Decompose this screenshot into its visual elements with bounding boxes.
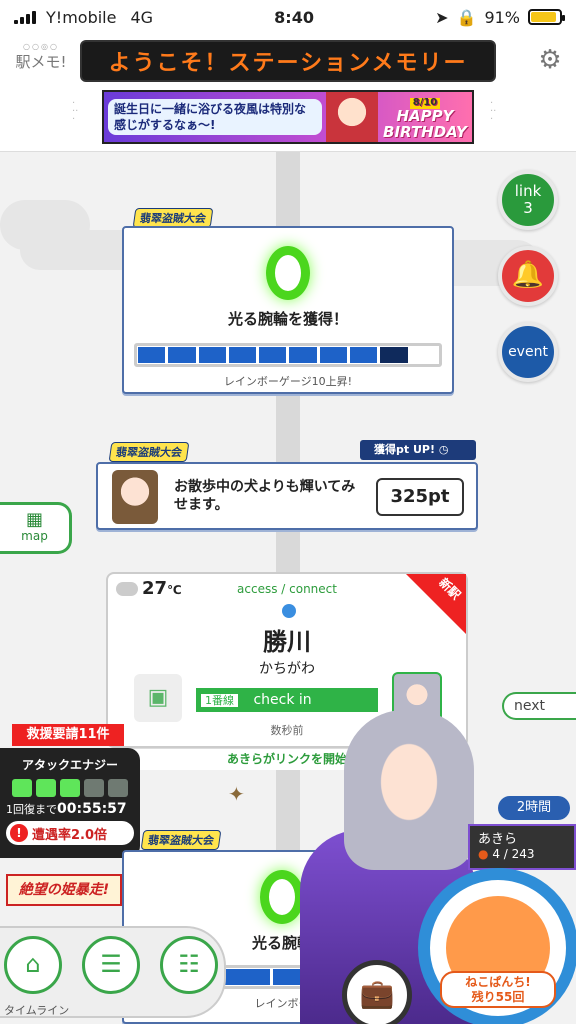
- orientation-lock-icon: 🔒: [456, 7, 477, 27]
- partner-count: ● 4 / 243: [478, 847, 535, 861]
- timeline-label: タイムライン: [4, 1004, 70, 1017]
- location-icon: ➤: [435, 7, 449, 27]
- check-in-bar[interactable]: 1番線 check in: [196, 688, 378, 712]
- heart-icon: ●: [478, 847, 489, 861]
- briefcase-icon[interactable]: 💼: [342, 960, 412, 1024]
- app-header: ○○◎○ 駅メモ! ようこそ！ステーションメモリー ⚙ · ·· · 誕生日に一緒に…: [0, 34, 576, 152]
- character-face: [344, 710, 474, 870]
- clock-icon: ◷: [438, 443, 449, 456]
- welcome-marquee: ようこそ！ステーションメモリー: [80, 40, 496, 82]
- gauge-caption: レインボーゲージ10上昇!: [223, 375, 353, 388]
- event-button[interactable]: event: [498, 322, 558, 382]
- banner-character: [326, 92, 378, 142]
- bell-icon[interactable]: 🔔: [498, 246, 558, 306]
- banner-next-dots: · ·· ·: [490, 98, 497, 125]
- map-icon: ▦: [25, 509, 43, 530]
- warning-icon: !: [10, 824, 28, 842]
- event-tag: 翡翠盗賊大会: [132, 208, 214, 228]
- time-remaining: 2時間: [498, 796, 570, 820]
- rescue-requests[interactable]: 救援要請11件: [12, 724, 124, 746]
- energy-cell: [84, 779, 104, 797]
- energy-cell: [12, 779, 32, 797]
- points-card[interactable]: お散歩中の犬よりも輝いてみせます。 325pt: [96, 462, 478, 530]
- encounter-rate: ! 遭遇率2.0倍: [6, 821, 134, 845]
- train-icon: ▣: [134, 674, 182, 722]
- battery-percent: 91%: [484, 7, 520, 27]
- character-quote: お散歩中の犬よりも輝いてみせます。: [174, 479, 356, 514]
- carrier-name: Y!mobile: [46, 7, 117, 27]
- neko-punch-button[interactable]: ねこぱんち! 残り55回: [418, 868, 576, 1024]
- app-logo[interactable]: ○○◎○ 駅メモ!: [10, 42, 72, 88]
- map-button[interactable]: ▦ map: [0, 502, 72, 554]
- character-portrait: [112, 470, 158, 524]
- partner-info[interactable]: あきら ● 4 / 243: [468, 824, 576, 870]
- rainbow-gauge: [134, 343, 442, 367]
- points-up-badge: 獲得pt UP! ◷: [360, 440, 476, 460]
- event-banner-small[interactable]: 絶望の姫暴走!: [6, 874, 122, 906]
- station-pin-icon: [282, 604, 296, 618]
- line-number: 1番線: [200, 693, 239, 708]
- energy-cell: [60, 779, 80, 797]
- bracelet-icon: [260, 870, 304, 924]
- train-list-icon[interactable]: ☷: [160, 936, 218, 994]
- station-name: 勝川: [263, 628, 311, 656]
- gear-icon[interactable]: ⚙: [536, 46, 564, 74]
- reward-card[interactable]: 光る腕輪を獲得！ レインボーゲージ10上昇!: [122, 226, 454, 394]
- home-icon[interactable]: ⌂: [4, 936, 62, 994]
- banner-prev-dots: · ·· ·: [72, 98, 79, 125]
- energy-meter: [6, 779, 134, 797]
- network-type: 4G: [130, 7, 154, 27]
- clock: 8:40: [274, 7, 314, 27]
- status-bar: Y!mobile 4G 8:40 ➤ 🔒 91%: [0, 0, 576, 34]
- banner-title: 8/10 HAPPY BIRTHDAY: [383, 97, 467, 141]
- recovery-timer: 1回復まで00:55:57: [6, 801, 127, 817]
- energy-cell: [36, 779, 56, 797]
- points-value: 325pt: [376, 478, 464, 516]
- sparkle-icon: ✦: [228, 782, 245, 806]
- timeline-list-icon[interactable]: ☰: [82, 936, 140, 994]
- birthday-banner[interactable]: 誕生日に一緒に浴びる夜風は特別な感じがするなぁ～! 8/10 HAPPY BIR…: [102, 90, 474, 144]
- event-tag: 翡翠盗賊大会: [140, 830, 222, 850]
- banner-message: 誕生日に一緒に浴びる夜風は特別な感じがするなぁ～!: [108, 98, 322, 136]
- attack-energy-panel[interactable]: アタックエナジー 1回復まで00:55:57 ! 遭遇率2.0倍: [0, 748, 140, 858]
- bracelet-icon: [266, 246, 310, 300]
- partner-name: あきら: [478, 832, 518, 847]
- punch-label: ねこぱんち! 残り55回: [440, 971, 556, 1008]
- battery-icon: [528, 9, 565, 25]
- bottom-nav: ⌂ ☰ ☷ タイムライン: [0, 926, 226, 1018]
- link-button[interactable]: link 3: [498, 170, 558, 230]
- reward-text: 光る腕輪を獲得！: [227, 310, 348, 328]
- attack-energy-title: アタックエナジー: [21, 758, 118, 772]
- signal-icon: [14, 10, 36, 24]
- event-tag: 翡翠盗賊大会: [108, 442, 190, 462]
- next-button[interactable]: next: [502, 692, 576, 720]
- energy-cell: [108, 779, 128, 797]
